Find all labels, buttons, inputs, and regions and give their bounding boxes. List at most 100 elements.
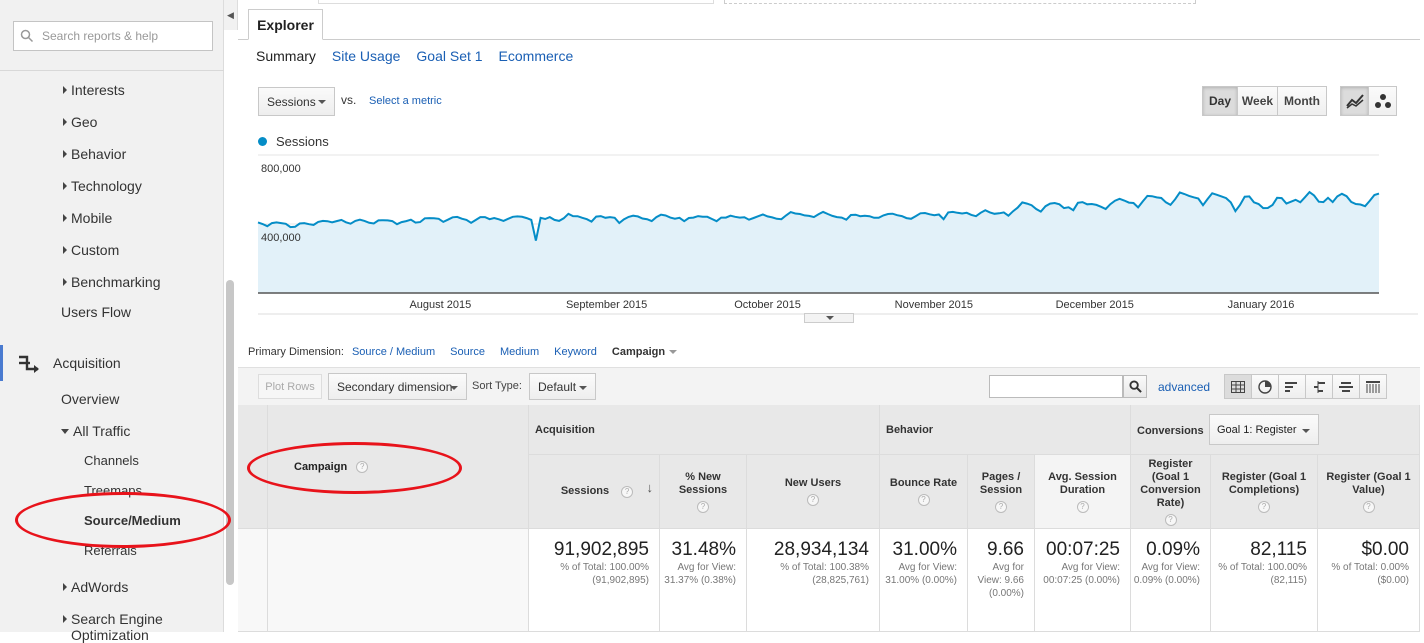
help-icon[interactable]: ? (807, 494, 819, 506)
subtab-summary[interactable]: Summary (256, 48, 316, 64)
total-value: 91,902,895 (553, 539, 649, 560)
pie-view-button[interactable] (1251, 374, 1279, 399)
sidebar-item-behavior[interactable]: Behavior (63, 146, 126, 162)
sidebar-collapse-button[interactable]: ◀ (224, 0, 238, 30)
sidebar-item-users-flow[interactable]: Users Flow (61, 304, 131, 320)
sidebar-item-source-medium[interactable]: Source/Medium (84, 513, 181, 528)
sidebar-item-geo[interactable]: Geo (63, 114, 97, 130)
column-header-bounce-rate[interactable]: Bounce Rate? (880, 455, 968, 529)
sidebar-item-label: Source/Medium (84, 513, 181, 528)
table-search-input[interactable] (989, 375, 1123, 398)
sessions-chart[interactable]: 800,000 400,000 August 2015 September 2015 O… (238, 150, 1420, 325)
sidebar-item-treemaps[interactable]: Treemaps (84, 483, 142, 498)
dropdown-caret-icon (318, 100, 326, 104)
help-icon[interactable]: ? (356, 461, 369, 474)
sidebar-item-technology[interactable]: Technology (63, 178, 142, 194)
column-header-register-goal-1-completions[interactable]: Register (Goal 1 Completions)? (1211, 455, 1318, 529)
total-value: $0.00 (1361, 539, 1409, 560)
column-header--new-sessions[interactable]: % New Sessions? (660, 455, 747, 529)
pivot-view-button[interactable] (1359, 374, 1387, 399)
total-subtext: Avg for View: 31.00% (0.00%) (885, 562, 957, 586)
performance-view-button[interactable] (1278, 374, 1306, 399)
term-cloud-view-button[interactable] (1332, 374, 1360, 399)
week-button[interactable]: Week (1237, 86, 1278, 116)
tab-explorer[interactable]: Explorer (248, 9, 323, 40)
help-icon[interactable]: ? (1362, 500, 1375, 513)
motion-chart-button[interactable] (1368, 86, 1397, 116)
line-chart-button[interactable] (1340, 86, 1369, 116)
column-header-pages-session[interactable]: Pages / Session? (968, 455, 1035, 529)
dimension-source[interactable]: Source (450, 346, 485, 358)
sidebar: Interests Geo Behavior Technology Mobile… (0, 0, 224, 643)
column-header-sessions[interactable]: Sessions? ↓ (529, 455, 660, 529)
button-label: Month (1284, 94, 1320, 108)
help-icon[interactable]: ? (995, 500, 1007, 513)
sidebar-item-referrals[interactable]: Referrals (84, 543, 137, 558)
dropdown-caret-icon (450, 386, 458, 390)
search-input[interactable] (40, 28, 200, 44)
sort-type-select[interactable]: Default (529, 373, 596, 400)
sidebar-item-mobile[interactable]: Mobile (63, 210, 112, 226)
column-header-register-goal-1-conversion-rate[interactable]: Register (Goal 1 Conversion Rate)? (1131, 455, 1211, 529)
date-granularity-group: Day Week Month (1202, 86, 1327, 116)
help-icon[interactable]: ? (917, 494, 930, 506)
help-icon[interactable]: ? (697, 500, 709, 513)
dimension-campaign[interactable]: Campaign (612, 346, 665, 358)
dimension-medium[interactable]: Medium (500, 346, 539, 358)
comparison-view-button[interactable] (1305, 374, 1333, 399)
table-search-button[interactable] (1123, 375, 1147, 398)
advanced-filter-link[interactable]: advanced (1158, 380, 1210, 394)
sidebar-item-adwords[interactable]: AdWords (63, 579, 128, 595)
sidebar-item-interests[interactable]: Interests (63, 82, 125, 98)
campaign-column-header[interactable]: Campaign ? (294, 461, 369, 474)
sidebar-item-label: Custom (71, 242, 120, 258)
chevron-down-icon[interactable] (669, 350, 678, 354)
subtab-ecommerce[interactable]: Ecommerce (499, 48, 574, 64)
x-tick-label: September 2015 (566, 299, 647, 311)
main-content: Explorer Summary Site Usage Goal Set 1 E… (238, 0, 1424, 632)
total-cell: $0.00% of Total: 0.00% ($0.00) (1318, 529, 1420, 632)
sidebar-item-search-engine-optimization[interactable]: Search Engine Optimization (63, 611, 213, 643)
secondary-dimension-select[interactable]: Secondary dimension (328, 373, 467, 400)
sidebar-item-custom[interactable]: Custom (63, 242, 119, 258)
conversions-group-header: Conversions Goal 1: Register (1131, 405, 1420, 455)
column-label: Sessions (560, 485, 610, 497)
column-header-avg-session-duration[interactable]: Avg. Session Duration? (1035, 455, 1131, 529)
day-button[interactable]: Day (1202, 86, 1238, 116)
subtab-site-usage[interactable]: Site Usage (332, 48, 400, 64)
dimension-header: Campaign ? (268, 405, 529, 529)
x-tick-label: November 2015 (895, 299, 973, 311)
sidebar-item-all-traffic[interactable]: All Traffic (61, 423, 130, 439)
column-header-register-goal-1-value[interactable]: Register (Goal 1 Value)? (1318, 455, 1420, 529)
help-icon[interactable]: ? (1258, 500, 1270, 513)
select-metric-link[interactable]: Select a metric (369, 95, 442, 107)
dimension-keyword[interactable]: Keyword (554, 346, 597, 358)
metric-select[interactable]: Sessions (258, 87, 335, 116)
sidebar-item-acquisition[interactable]: Acquisition (53, 355, 121, 371)
help-icon[interactable]: ? (1164, 513, 1177, 526)
total-cell: 28,934,134% of Total: 100.38% (28,825,76… (747, 529, 880, 632)
month-button[interactable]: Month (1277, 86, 1327, 116)
total-value: 00:07:25 (1046, 539, 1120, 560)
plot-rows-button[interactable]: Plot Rows (258, 374, 322, 399)
column-header-new-users[interactable]: New Users? (747, 455, 880, 529)
dropdown-caret-icon (1302, 429, 1310, 433)
sidebar-item-overview[interactable]: Overview (61, 391, 119, 407)
help-icon[interactable]: ? (621, 485, 634, 498)
total-value: 28,934,134 (773, 539, 869, 560)
y-tick-label: 800,000 (261, 163, 301, 175)
dimension-source-medium[interactable]: Source / Medium (352, 346, 435, 358)
sidebar-scrollbar[interactable] (226, 280, 234, 585)
total-value: 9.66 (987, 539, 1024, 560)
expand-arrow-icon (63, 118, 67, 126)
sidebar-item-channels[interactable]: Channels (84, 453, 139, 468)
data-table-view-button[interactable] (1224, 374, 1252, 399)
sort-descending-icon[interactable]: ↓ (647, 481, 654, 494)
search-box[interactable] (13, 21, 213, 51)
chart-expander[interactable] (804, 313, 854, 323)
help-icon[interactable]: ? (1076, 500, 1089, 513)
subtab-goal-set-1[interactable]: Goal Set 1 (416, 48, 482, 64)
goal-select[interactable]: Goal 1: Register (1209, 414, 1319, 445)
active-section-indicator (0, 345, 3, 381)
sidebar-item-benchmarking[interactable]: Benchmarking (63, 274, 161, 290)
